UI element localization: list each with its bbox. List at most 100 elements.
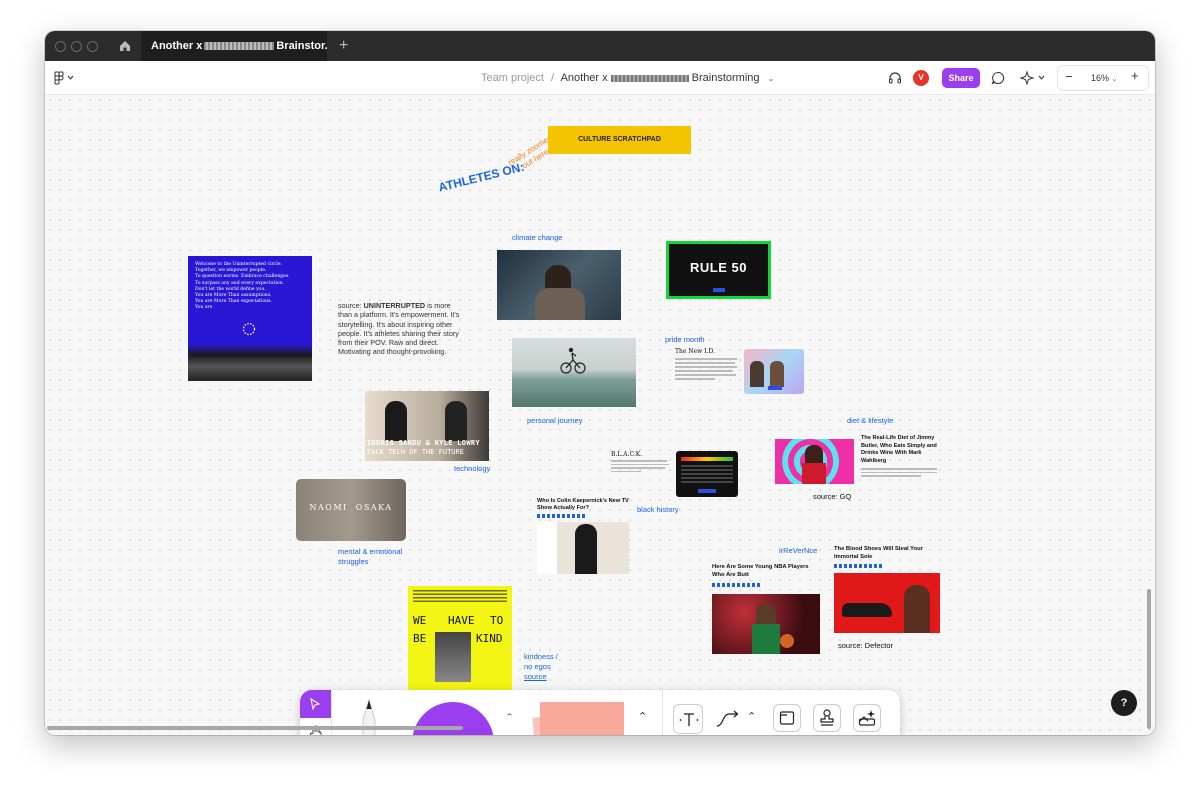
color-stripe [681,457,733,461]
file-tab[interactable]: Another x Brainstor... [141,31,327,61]
black-title: B.L.A.C.K. [611,451,643,458]
home-icon[interactable] [118,39,132,53]
zoom-in-button[interactable]: + [1131,68,1139,83]
connector-tool-button[interactable] [713,704,743,734]
black-history-image[interactable] [676,451,738,497]
uninterrupted-description[interactable]: source: UNINTERRUPTED is more than a pla… [338,301,463,357]
source-prefix: source: [338,301,362,310]
section-tool-button[interactable] [773,704,801,732]
butler-headline[interactable]: The Real-Life Diet of Jimmy Butler, Who … [861,435,941,465]
athletes-group-photo [188,344,312,381]
video-title-line-2: TALK TECH OF THE FUTURE [367,448,464,456]
label-technology[interactable]: technology [454,464,490,473]
widgets-tool-button[interactable] [853,704,881,732]
source-defector[interactable]: source: Defector [838,641,893,650]
naomi-osaka-photo[interactable]: NAOMI OSAKA [296,479,406,541]
zoom-level[interactable]: 16% ⌄ [1091,73,1117,83]
label-pride-month[interactable]: pride month [665,335,705,344]
close-window-button[interactable] [55,41,66,52]
help-button[interactable]: ? [1111,690,1137,716]
tab-title-prefix: Another x [151,40,203,52]
description-text: is more than a platform. It's empowermen… [338,301,460,357]
whiteboard-canvas[interactable]: really zoomed out here CULTURE SCRATCHPA… [45,95,1155,735]
kaepernick-photo[interactable] [537,522,629,574]
label-climate-change[interactable]: climate change [512,233,562,242]
kindness-source-link[interactable]: source [524,672,547,681]
we-have-to-be-kind-poster[interactable]: WE HAVE TO BE KIND [408,586,512,690]
blood-shoes-photo[interactable] [834,573,940,633]
black-button [698,489,716,493]
minimize-window-button[interactable] [71,41,82,52]
section-icon [779,711,795,725]
zoom-out-button[interactable]: − [1065,69,1073,84]
basketball-icon [780,634,794,648]
rule-50-button [713,288,725,292]
person-figure [750,361,764,387]
text-tool-button[interactable] [673,704,703,734]
label-irreverence[interactable]: irReVerNce [779,546,817,555]
breadcrumb-file-prefix[interactable]: Another x [561,72,608,84]
connector-icon [716,710,739,727]
vertical-scrollbar[interactable] [1147,589,1151,729]
chevron-down-icon[interactable]: ⌄ [768,74,775,83]
nba-player-photo[interactable] [712,594,820,654]
widgets-icon [858,710,876,726]
breadcrumb-project[interactable]: Team project [481,72,544,84]
black-article[interactable]: B.L.A.C.K. [611,451,673,481]
sticky-note-tool-button[interactable] [540,702,624,735]
top-toolbar: Team project / Another x Brainstorming ⌄ … [45,61,1155,95]
jimmy-butler-photo[interactable] [775,439,854,484]
technology-video[interactable]: IDDRIS SANDU & KYLE LOWRY TALK TECH OF T… [365,391,489,461]
title-bar: Another x Brainstor... + [45,31,1155,61]
share-icons-row [537,514,587,518]
kaepernick-headline[interactable]: Who Is Colin Kaepernick's New TV Show Ac… [537,498,629,512]
redacted-text [610,74,689,82]
chevron-up-icon[interactable]: ⌃ [638,710,647,723]
app-window: Another x Brainstor... + Team project / A… [45,31,1155,735]
avatar[interactable]: V [913,70,929,86]
zoom-window-button[interactable] [87,41,98,52]
source-gq[interactable]: source: GQ [813,492,851,501]
poster-word: BE [413,632,427,645]
ai-sparkle-icon[interactable] [1020,70,1046,86]
person-figure [770,361,784,387]
chevron-up-icon[interactable]: ⌃ [505,712,514,721]
text-icon [679,713,699,726]
new-tab-button[interactable]: + [339,38,348,54]
horizontal-scrollbar[interactable] [47,726,463,730]
shape-tool-button[interactable] [412,702,494,735]
headphones-icon[interactable] [888,71,902,85]
breadcrumb-file-suffix[interactable]: Brainstorming [692,72,760,84]
label-personal-journey[interactable]: personal journey [527,416,582,425]
person-figure [575,524,597,574]
personal-journey-photo[interactable] [512,338,636,407]
label-kindness-1[interactable]: kindness / [524,652,558,661]
uninterrupted-poster[interactable]: Welcome to the Uninterrupted circle. Tog… [188,256,312,381]
main-menu-icon[interactable] [53,71,75,85]
comment-icon[interactable] [991,71,1005,85]
rule-50-image[interactable]: RULE 50 [666,241,771,299]
label-mental-emotional-1[interactable]: mental & emotional [338,547,402,556]
source-name: UNINTERRUPTED [363,301,426,310]
poster-text: Welcome to the Uninterrupted circle. Tog… [188,256,312,312]
stamp-tool-button[interactable] [813,704,841,732]
pride-button [768,386,782,390]
new-id-article[interactable]: The New I.D. [675,348,743,394]
label-mental-emotional-2[interactable]: struggles [338,557,368,566]
zoom-level-value: 16% [1091,73,1110,83]
stamp-icon [820,709,834,726]
poster-line: To question norms. Embrace challenges. [195,274,290,280]
label-black-history[interactable]: black history [637,505,679,514]
label-kindness-2[interactable]: no egos [524,662,551,671]
chevron-up-icon[interactable]: ⌃ [747,710,756,723]
nba-headline[interactable]: Here Are Some Young NBA Players Who Are … [712,564,820,579]
scratchpad-title[interactable]: CULTURE SCRATCHPAD [548,126,691,154]
poster-line: You are [195,305,213,311]
label-diet-lifestyle[interactable]: diet & lifestyle [847,416,893,425]
pride-campaign-image[interactable] [744,349,804,394]
blood-shoes-headline[interactable]: The Blood Shoes Will Steal Your Immortal… [834,546,934,561]
climate-change-video[interactable] [497,250,621,320]
share-button[interactable]: Share [942,68,980,88]
move-tool-button[interactable] [300,690,331,718]
player-jersey [802,463,826,484]
